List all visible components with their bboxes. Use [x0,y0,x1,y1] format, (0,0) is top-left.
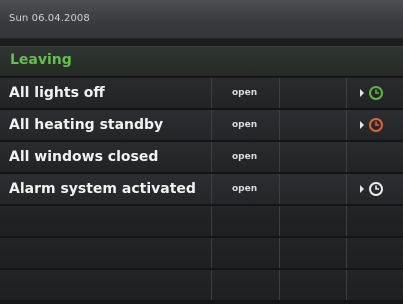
scene-state: open [232,88,258,98]
timer-button[interactable] [360,117,390,133]
scene-name: All lights off [9,85,105,101]
column-divider [211,78,212,108]
play-arrow-icon [360,185,364,193]
play-arrow-icon [360,89,364,97]
clock-icon [369,182,383,196]
column-divider [279,174,280,204]
scene-name: All windows closed [9,149,159,165]
timer-button[interactable] [360,181,390,197]
scene-row-alarm-system-activated[interactable]: Alarm system activated open [0,174,403,206]
column-divider [346,238,347,268]
column-divider [211,238,212,268]
scene-state: open [232,184,258,194]
timer-button[interactable] [360,85,390,101]
scene-row-all-heating-standby[interactable]: All heating standby open [0,110,403,142]
clock-icon [369,118,383,132]
scene-name: All heating standby [9,117,164,133]
column-divider [211,174,212,204]
scene-list: All lights off open All heating standby … [0,78,403,302]
empty-row [0,238,403,270]
date-label: Sun 06.04.2008 [9,13,90,24]
empty-row [0,206,403,238]
scene-row-all-lights-off[interactable]: All lights off open [0,78,403,110]
column-divider [211,270,212,300]
scene-state: open [232,120,258,130]
empty-row [0,270,403,302]
column-divider [279,142,280,172]
column-divider [279,238,280,268]
column-divider [211,142,212,172]
column-divider [279,270,280,300]
column-divider [346,174,347,204]
column-divider [346,142,347,172]
play-arrow-icon [360,121,364,129]
clock-icon [369,86,383,100]
column-divider [279,110,280,140]
scene-row-all-windows-closed[interactable]: All windows closed open [0,142,403,174]
column-divider [211,206,212,236]
status-bar: Sun 06.04.2008 [0,0,403,39]
column-divider [346,78,347,108]
section-header: Leaving [0,46,403,77]
column-divider [279,206,280,236]
scene-name: Alarm system activated [9,181,196,197]
column-divider [211,110,212,140]
section-title: Leaving [10,52,72,68]
column-divider [279,78,280,108]
scene-screen: Sun 06.04.2008 Leaving All lights off op… [0,0,403,304]
scene-state: open [232,152,258,162]
column-divider [346,206,347,236]
column-divider [346,110,347,140]
column-divider [346,270,347,300]
